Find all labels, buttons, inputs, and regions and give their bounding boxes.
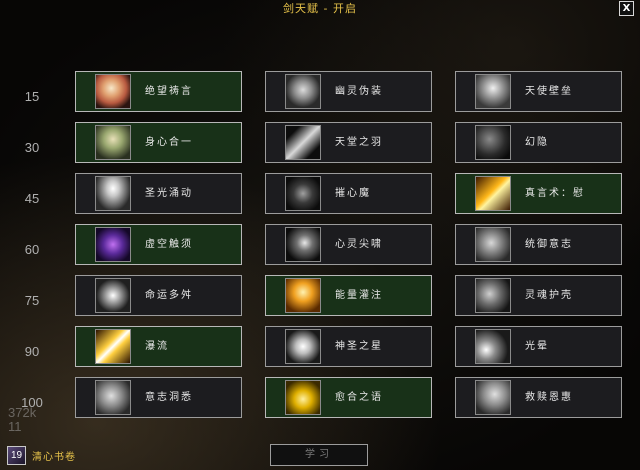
talent-name: 圣光涌动 [145, 188, 193, 199]
talent-name: 意志洞悉 [145, 392, 193, 403]
reagent-label: 清心书卷 [32, 452, 76, 463]
talent-name: 绝望祷言 [145, 86, 193, 97]
talent-name: 统御意志 [525, 239, 573, 250]
talent-card[interactable]: 救赎恩惠 [455, 377, 622, 418]
talent-card[interactable]: 神圣之星 [265, 326, 432, 367]
talent-card[interactable]: 愈合之语 [265, 377, 432, 418]
spectral-guise-icon [285, 74, 321, 109]
level-label: 90 [24, 344, 40, 359]
power-word-solace-icon [475, 176, 511, 211]
talent-card[interactable]: 统御意志 [455, 224, 622, 265]
background-number: 372k [8, 405, 37, 420]
talent-name: 能量灌注 [335, 290, 383, 301]
close-button[interactable]: X [619, 1, 634, 16]
talent-name: 救赎恩惠 [525, 392, 573, 403]
talent-card[interactable]: 瀑流 [75, 326, 242, 367]
talent-card[interactable]: 能量灌注 [265, 275, 432, 316]
spirit-shell-icon [475, 278, 511, 313]
level-label: 75 [24, 293, 40, 308]
talent-name: 心灵尖啸 [335, 239, 383, 250]
window-title: 剑天赋 - 开启 [283, 2, 357, 15]
level-label: 45 [24, 191, 40, 206]
angelic-bulwark-icon [475, 74, 511, 109]
talent-name: 命运多舛 [145, 290, 193, 301]
divine-star-icon [285, 329, 321, 364]
reagent-tome-icon: 19 [7, 446, 26, 465]
twist-of-fate-icon [95, 278, 131, 313]
talent-card[interactable]: 真言术：慰 [455, 173, 622, 214]
talent-name: 愈合之语 [335, 392, 383, 403]
talent-name: 幻隐 [525, 137, 549, 148]
talent-card[interactable]: 意志洞悉 [75, 377, 242, 418]
learn-button[interactable]: 学习 [270, 444, 368, 466]
prayer-portrait-icon [95, 74, 131, 109]
cascade-icon [95, 329, 131, 364]
talent-card[interactable]: 圣光涌动 [75, 173, 242, 214]
talent-name: 灵魂护壳 [525, 290, 573, 301]
talent-card[interactable]: 幻隐 [455, 122, 622, 163]
talent-name: 瀑流 [145, 341, 169, 352]
clarity-of-will-icon [95, 380, 131, 415]
talent-card[interactable]: 幽灵伪装 [265, 71, 432, 112]
talent-name: 虚空触须 [145, 239, 193, 250]
talent-name: 天堂之羽 [335, 137, 383, 148]
talent-card[interactable]: 命运多舛 [75, 275, 242, 316]
body-and-soul-icon [95, 125, 131, 160]
talent-name: 天使壁垒 [525, 86, 573, 97]
talent-card[interactable]: 虚空触须 [75, 224, 242, 265]
background-overlay-text: 372k 11 [8, 406, 36, 434]
talent-name: 光晕 [525, 341, 549, 352]
power-infusion-icon [285, 278, 321, 313]
talent-name: 神圣之星 [335, 341, 383, 352]
dominate-mind-icon [475, 227, 511, 262]
saving-grace-icon [475, 380, 511, 415]
halo-icon [475, 329, 511, 364]
level-label: 15 [24, 89, 40, 104]
void-tendrils-icon [95, 227, 131, 262]
level-label: 60 [24, 242, 40, 257]
talent-card[interactable]: 光晕 [455, 326, 622, 367]
talent-name: 真言术：慰 [525, 188, 585, 199]
talent-name: 身心合一 [145, 137, 193, 148]
phantasm-icon [475, 125, 511, 160]
level-label: 30 [24, 140, 40, 155]
mindbender-icon [285, 176, 321, 211]
talent-card[interactable]: 灵魂护壳 [455, 275, 622, 316]
talent-card[interactable]: 心灵尖啸 [265, 224, 432, 265]
talent-card[interactable]: 天使壁垒 [455, 71, 622, 112]
talent-card[interactable]: 摧心魔 [265, 173, 432, 214]
talent-card[interactable]: 天堂之羽 [265, 122, 432, 163]
angelic-feather-icon [285, 125, 321, 160]
talent-name: 摧心魔 [335, 188, 371, 199]
words-of-mending-icon [285, 380, 321, 415]
talent-card[interactable]: 绝望祷言 [75, 71, 242, 112]
talent-card[interactable]: 身心合一 [75, 122, 242, 163]
surge-of-light-icon [95, 176, 131, 211]
background-number: 11 [8, 419, 22, 434]
psychic-scream-icon [285, 227, 321, 262]
talent-name: 幽灵伪装 [335, 86, 383, 97]
